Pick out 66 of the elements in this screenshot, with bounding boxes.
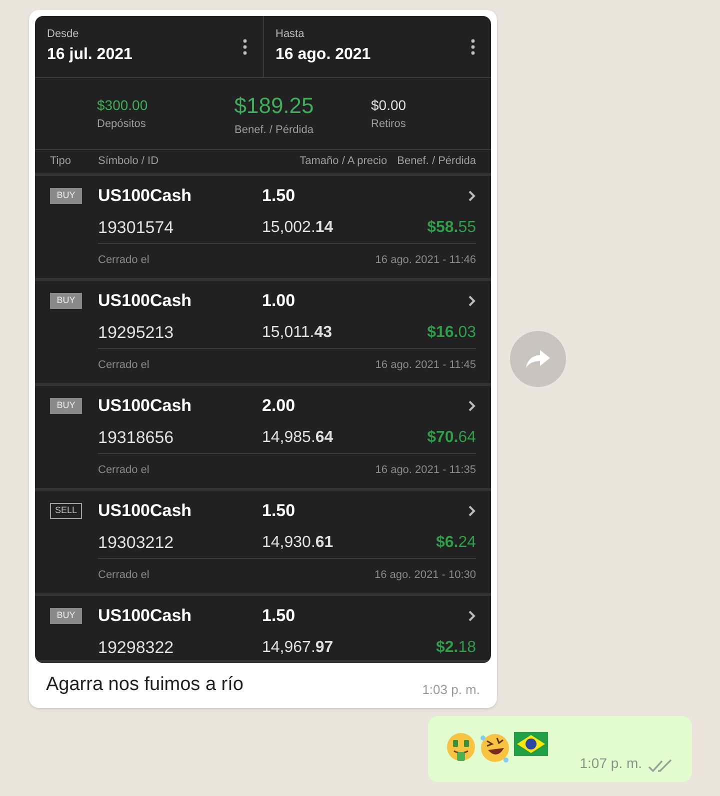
summary-value: $300.00 — [97, 96, 149, 115]
chevron-right-icon[interactable] — [468, 400, 476, 412]
closed-date-text: 16 ago. 2021 - 10:30 — [374, 568, 476, 583]
chevron-right-icon[interactable] — [468, 295, 476, 307]
summary-value: $0.00 — [371, 96, 406, 115]
summary-label: Depósitos — [97, 116, 147, 132]
date-label: Hasta — [276, 27, 306, 42]
profit-text: $70.64 — [427, 428, 476, 448]
price-text: 15,002.14 — [262, 218, 334, 238]
profit-text: $2.18 — [436, 638, 476, 658]
closed-label: Cerrado el — [98, 358, 150, 373]
closed-label: Cerrado el — [98, 568, 150, 583]
message-time: 1:03 p. m. — [422, 681, 480, 699]
price-text: 14,985.64 — [262, 428, 334, 448]
trade-id-text: 19298322 — [98, 637, 175, 660]
column-header: Símbolo / ID — [98, 154, 160, 170]
closed-date-text: 16 ago. 2021 - 11:45 — [375, 358, 476, 373]
closed-label: Cerrado el — [98, 252, 150, 268]
trade-id-text: 19303212 — [98, 532, 175, 554]
laughing-face-icon — [479, 732, 511, 764]
column-header: Tipo — [50, 154, 72, 170]
chevron-right-icon[interactable] — [468, 505, 476, 517]
summary-label: Benef. / Pérdida — [234, 122, 314, 138]
size-text: 1.00 — [262, 290, 296, 312]
trade-type-badge: BUY — [50, 293, 82, 309]
profit-text: $58.55 — [427, 218, 476, 238]
trade-id-text: 19295213 — [98, 322, 175, 344]
profit-text: $6.24 — [436, 533, 476, 553]
trade-id-text: 19318656 — [98, 427, 175, 450]
money-face-icon — [446, 732, 476, 762]
summary-label: Retiros — [371, 116, 406, 132]
price-text: 15,011.43 — [262, 323, 333, 343]
symbol-text: US100Cash — [98, 395, 193, 418]
chevron-right-icon[interactable] — [468, 190, 476, 202]
size-text: 1.50 — [262, 605, 296, 628]
more-icon[interactable] — [242, 38, 246, 54]
closed-label: Cerrado el — [98, 462, 150, 478]
size-text: 2.00 — [262, 395, 296, 418]
symbol-text: US100Cash — [98, 290, 193, 312]
forward-arrow-icon — [525, 348, 551, 370]
price-text: 14,930.61 — [262, 533, 334, 553]
trade-type-badge: SELL — [50, 503, 82, 519]
closed-date-text: 16 ago. 2021 - 11:35 — [375, 462, 476, 478]
date-value: 16 ago. 2021 — [276, 44, 371, 65]
size-text: 1.50 — [262, 500, 296, 522]
profit-text: $16.03 — [427, 323, 476, 343]
symbol-text: US100Cash — [98, 605, 193, 628]
summary-value: $189.25 — [234, 92, 314, 120]
price-text: 14,967.97 — [262, 638, 334, 658]
symbol-text: US100Cash — [98, 500, 193, 522]
date-value: 16 jul. 2021 — [47, 44, 132, 65]
message-text: Agarra nos fuimos a río — [46, 673, 244, 697]
chevron-right-icon[interactable] — [468, 610, 476, 622]
column-header: Tamaño / A precio — [300, 154, 388, 170]
date-label: Desde — [47, 27, 80, 42]
closed-date-text: 16 ago. 2021 - 11:46 — [375, 252, 476, 268]
message-time: 1:07 p. m. — [580, 754, 642, 773]
trade-type-badge: BUY — [50, 608, 82, 624]
more-icon[interactable] — [471, 38, 475, 54]
trade-type-badge: BUY — [50, 398, 82, 414]
symbol-text: US100Cash — [98, 185, 193, 208]
trade-id-text: 19301574 — [98, 217, 175, 240]
flag-icon — [514, 732, 548, 756]
trade-type-badge: BUY — [50, 188, 82, 204]
column-header: Benef. / Pérdida — [397, 154, 476, 170]
size-text: 1.50 — [262, 185, 296, 208]
